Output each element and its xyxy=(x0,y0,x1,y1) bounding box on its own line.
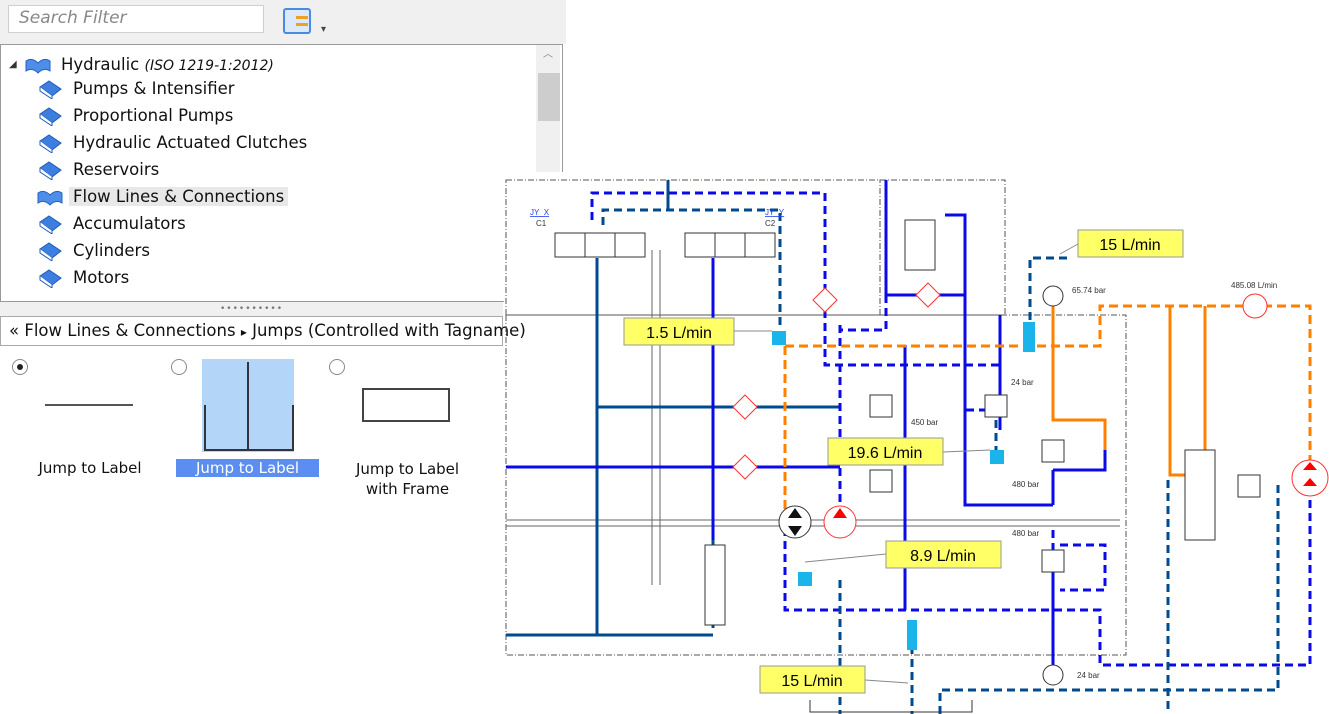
tree-item[interactable]: Pumps & Intensifier xyxy=(39,77,235,101)
flow-label: 1.5 L/min xyxy=(623,317,772,346)
supply-lines xyxy=(783,304,1312,515)
tree-item[interactable]: Cylinders xyxy=(39,239,150,263)
tree-item[interactable]: Accumulators xyxy=(39,212,186,236)
breadcrumb-current: Jumps (Controlled with Tagname) xyxy=(252,321,526,340)
svg-text:450 bar: 450 bar xyxy=(911,418,938,427)
tag-link[interactable]: JY_Y xyxy=(765,208,785,217)
tree-root-hydraulic[interactable]: ◢ Hydraulic (ISO 1219-1:2012) xyxy=(9,53,274,77)
flow-labels[interactable]: 1.5 L/min 15 L/min 19.6 L/min 8.9 L/min … xyxy=(623,229,1184,694)
pump-icon xyxy=(778,505,812,539)
collapse-icon[interactable]: ◢ xyxy=(9,53,17,77)
svg-text:1.5 L/min: 1.5 L/min xyxy=(646,325,712,342)
book-icon xyxy=(39,242,62,261)
flowmeter-icon xyxy=(1242,293,1268,319)
book-icon xyxy=(39,269,62,288)
motor-arrows xyxy=(1303,462,1317,486)
open-book-icon xyxy=(37,190,63,206)
jump-frame-symbol[interactable] xyxy=(362,388,450,422)
breadcrumb: « Flow Lines & Connections ▸ Jumps (Cont… xyxy=(0,316,526,346)
shaft xyxy=(506,250,1120,585)
palette-item-label[interactable]: Jump to Label xyxy=(20,459,160,477)
svg-text:C2: C2 xyxy=(765,219,776,228)
svg-text:19.6 L/min: 19.6 L/min xyxy=(848,445,923,462)
pressure-gauge-icon xyxy=(1042,664,1064,686)
reservoir-bracket xyxy=(809,700,973,713)
directional-valves xyxy=(554,219,1216,626)
scrollbar-thumb[interactable] xyxy=(538,73,560,121)
flow-label: 15 L/min xyxy=(759,665,909,694)
palette-item-label[interactable]: Jump to Label with Frame xyxy=(340,459,475,499)
tree-item[interactable]: Proportional Pumps xyxy=(39,104,233,128)
back-button[interactable]: « xyxy=(9,321,19,340)
open-book-icon xyxy=(25,58,51,74)
svg-text:15 L/min: 15 L/min xyxy=(781,673,842,690)
radio-jump-to-label-frame[interactable] xyxy=(329,359,345,375)
svg-text:24 bar: 24 bar xyxy=(1011,378,1034,387)
hydraulic-motor-icon xyxy=(1291,459,1329,497)
svg-text:65.74 bar: 65.74 bar xyxy=(1072,286,1106,295)
tag-link[interactable]: JY_X xyxy=(530,208,550,217)
motor-icon xyxy=(823,505,857,539)
search-input[interactable]: Search Filter xyxy=(8,5,264,33)
jump-line-symbol[interactable] xyxy=(45,404,133,406)
pump-arrows xyxy=(788,508,802,536)
flow-label: 8.9 L/min xyxy=(804,540,1002,569)
tree-item[interactable]: Flow Lines & Connections xyxy=(37,185,289,209)
pressure-gauge-icon xyxy=(1042,285,1064,307)
breadcrumb-separator-icon: ▸ xyxy=(240,325,247,339)
book-icon xyxy=(39,107,62,126)
library-tree: ◢ Hydraulic (ISO 1219-1:2012) Pumps & In… xyxy=(0,44,563,302)
checklist-icon[interactable] xyxy=(283,8,311,34)
motor-arrow xyxy=(833,508,847,518)
flow-label: 19.6 L/min xyxy=(827,437,991,466)
svg-text:24 bar: 24 bar xyxy=(1077,671,1100,680)
chevron-down-icon[interactable]: ▾ xyxy=(321,24,326,35)
book-icon xyxy=(39,80,62,99)
svg-text:15 L/min: 15 L/min xyxy=(1099,237,1160,254)
book-icon xyxy=(39,134,62,153)
flow-label: 15 L/min xyxy=(1059,229,1184,258)
library-toolbar: Search Filter ▾ xyxy=(0,0,566,44)
tank-icons xyxy=(772,322,1035,650)
subsystem-frames xyxy=(505,179,1127,656)
breadcrumb-parent[interactable]: Flow Lines & Connections xyxy=(24,321,235,340)
book-icon xyxy=(39,215,62,234)
tree-item[interactable]: Motors xyxy=(39,266,129,290)
radio-jump-to-label-2[interactable] xyxy=(171,359,187,375)
splitter-handle[interactable]: •••••••••• xyxy=(0,302,503,316)
book-icon xyxy=(39,161,62,180)
svg-text:480 bar: 480 bar xyxy=(1012,480,1039,489)
palette-item-label[interactable]: Jump to Label xyxy=(176,459,319,477)
svg-text:480 bar: 480 bar xyxy=(1012,529,1039,538)
pilot-lines xyxy=(590,191,1312,667)
tree-item[interactable]: Reservoirs xyxy=(39,158,159,182)
svg-text:8.9 L/min: 8.9 L/min xyxy=(910,548,976,565)
radio-jump-to-label[interactable] xyxy=(12,359,28,375)
svg-text:485.08 L/min: 485.08 L/min xyxy=(1231,281,1277,290)
symbol-palette: Jump to Label Jump to Label Jump to Labe… xyxy=(0,346,503,536)
scrollbar[interactable]: ︿ xyxy=(536,45,560,301)
jump-bracket-symbol[interactable] xyxy=(202,359,294,452)
tree-item[interactable]: Hydraulic Actuated Clutches xyxy=(39,131,307,155)
pressure-lines xyxy=(506,180,1107,665)
